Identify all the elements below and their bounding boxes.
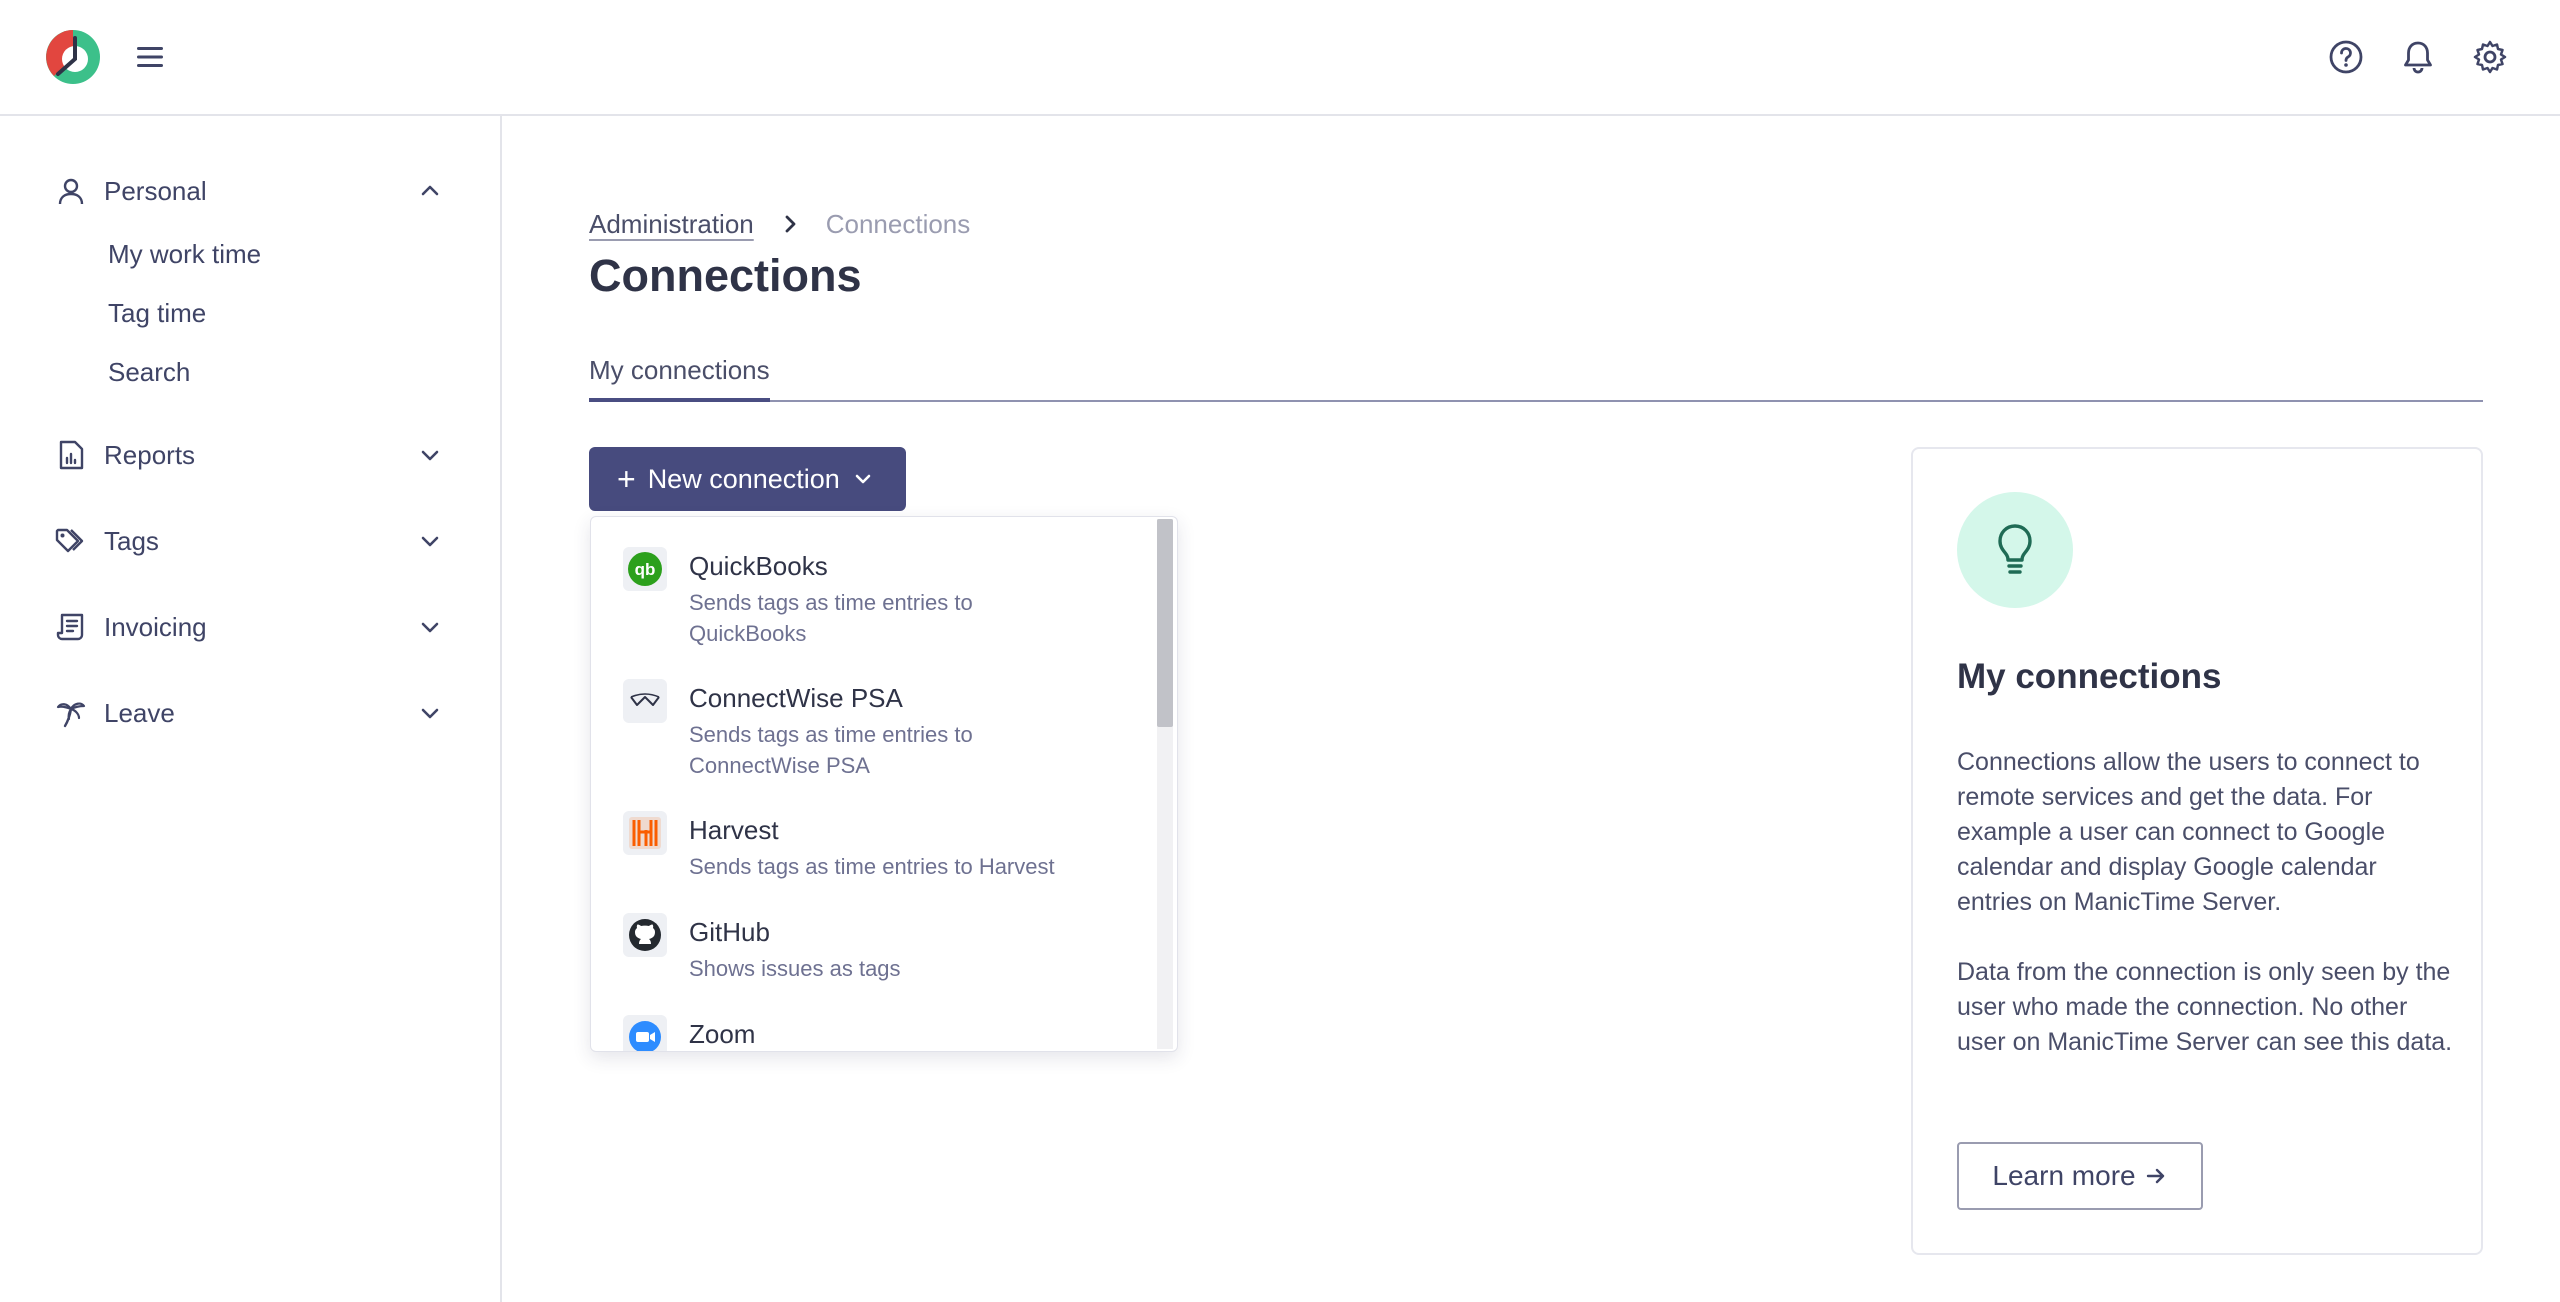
sidebar-item-personal[interactable]: Personal [54,166,454,216]
chevron-down-icon [421,708,439,719]
connection-option-description: Shows issues as tags [689,956,901,981]
help-circle-icon[interactable] [2327,38,2365,76]
sidebar: Personal My work time Tag time Search Re… [0,116,502,1302]
connection-option-description: Sends tags as time entries to QuickBooks [689,590,973,646]
card-paragraph-2: Data from the connection is only seen by… [1957,958,2453,1056]
page-title: Connections [589,250,862,301]
svg-text:qb: qb [635,560,656,579]
sidebar-item-my-work-time[interactable]: My work time [108,234,261,274]
connection-option-zoom[interactable]: Zoom [623,1015,1123,1051]
chevron-down-icon [421,450,439,461]
bell-icon[interactable] [2399,38,2437,76]
quickbooks-icon: qb [623,547,667,591]
harvest-icon [623,811,667,855]
gear-icon[interactable] [2471,38,2509,76]
top-bar [0,0,2560,116]
tags-icon [54,524,88,558]
connection-option-description: Sends tags as time entries to ConnectWis… [689,722,973,778]
github-icon [623,913,667,957]
sidebar-item-search[interactable]: Search [108,352,190,392]
sidebar-item-leave[interactable]: Leave [54,688,454,738]
breadcrumb-administration-link[interactable]: Administration [589,209,754,240]
user-icon [54,174,88,208]
connection-option-title: Zoom [689,1019,756,1049]
tab-my-connections[interactable]: My connections [589,350,770,402]
arrow-right-icon [2146,1168,2164,1184]
zoom-icon [623,1015,667,1051]
new-connection-button[interactable]: + New connection [589,447,906,511]
connection-option-harvest[interactable]: Harvest Sends tags as time entries to Ha… [623,811,1123,907]
connection-option-github[interactable]: GitHub Shows issues as tags [623,913,1123,1009]
connection-option-description: Sends tags as time entries to Harvest [689,854,1055,879]
chevron-right-icon [785,215,796,233]
plus-icon: + [617,461,636,497]
connection-option-quickbooks[interactable]: qb QuickBooks Sends tags as time entries… [623,547,1123,675]
card-paragraph-1: Connections allow the users to connect t… [1957,748,2420,916]
chevron-down-icon [421,622,439,633]
connectwise-icon [623,679,667,723]
chevron-down-icon [855,474,871,484]
hamburger-icon[interactable] [133,40,167,74]
learn-more-label: Learn more [1992,1160,2136,1191]
sidebar-item-invoicing[interactable]: Invoicing [54,602,454,652]
sidebar-item-label: Invoicing [104,611,207,642]
invoice-icon [54,610,88,644]
manictime-logo[interactable] [44,28,102,86]
breadcrumb-current: Connections [825,208,971,239]
chevron-up-icon [421,185,439,196]
sidebar-item-reports[interactable]: Reports [54,430,454,480]
dropdown-scrollbar-thumb[interactable] [1157,519,1173,727]
sidebar-item-tags[interactable]: Tags [54,516,454,566]
info-card: My connections Connections allow the use… [1911,447,2483,1255]
tab-bar: My connections [589,350,2483,402]
sidebar-item-label: Reports [104,439,196,470]
connection-option-title: GitHub [689,917,770,947]
connection-option-title: Harvest [689,815,779,845]
card-title: My connections [1957,657,2222,696]
learn-more-button[interactable]: Learn more [1957,1142,2203,1210]
new-connection-label: New connection [647,463,840,494]
palm-tree-icon [54,696,88,730]
connection-option-title: ConnectWise PSA [689,683,903,713]
sidebar-item-tag-time[interactable]: Tag time [108,293,206,333]
sidebar-item-label: Personal [104,175,207,206]
breadcrumb: Administration Connections [589,204,970,244]
report-icon [54,438,88,472]
connection-option-connectwise[interactable]: ConnectWise PSA Sends tags as time entri… [623,679,1123,807]
connection-option-title: QuickBooks [689,551,828,581]
new-connection-dropdown: qb QuickBooks Sends tags as time entries… [590,516,1178,1052]
sidebar-item-label: Tags [104,525,159,556]
sidebar-item-label: Leave [104,697,175,728]
lightbulb-icon [1957,492,2073,608]
chevron-down-icon [421,536,439,547]
